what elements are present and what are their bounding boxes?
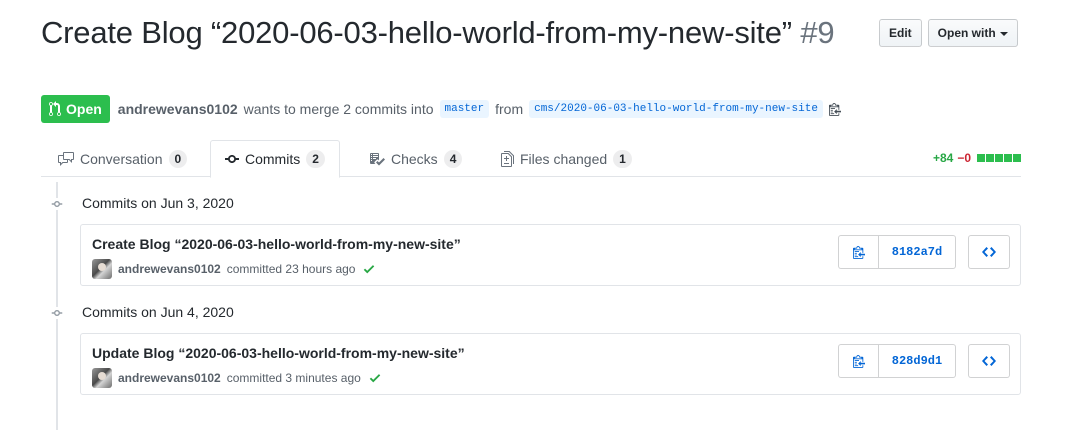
avatar[interactable] [92,368,112,388]
commit-meta: andrewevans0102 committed 3 minutes ago [92,368,381,388]
clipboard-icon [852,246,865,259]
commit-group-label: Commits on Jun 4, 2020 [82,304,234,320]
diff-additions: +84 [932,151,954,165]
git-commit-icon [51,198,63,210]
timeline-line [56,182,58,430]
checklist-icon [370,152,385,165]
comment-discussion-icon [58,151,74,166]
tab-files-changed[interactable]: Files changed 1 [487,140,646,177]
caret-down-icon [999,31,1008,36]
tab-label: Commits [245,151,301,167]
sha-group: 8182a7d [838,235,956,269]
pr-number: #9 [800,15,835,50]
clipboard-icon[interactable] [828,102,841,116]
base-branch[interactable]: master [439,100,490,118]
header-actions: Edit Open with [879,19,1018,47]
tab-checks[interactable]: Checks 4 [355,140,476,177]
pr-author-link[interactable]: andrewevans0102 [118,101,238,117]
copy-sha-button[interactable] [838,235,879,269]
diff-block [1004,154,1012,162]
diff-block [986,154,994,162]
tab-counter: 1 [613,149,632,168]
commit-group-label: Commits on Jun 3, 2020 [82,195,234,211]
status-badge: Open [41,95,110,123]
commit-author-link[interactable]: andrewevans0102 [118,371,221,385]
head-branch[interactable]: cms/2020-06-03-hello-world-from-my-new-s… [529,100,823,118]
tab-label: Conversation [80,150,163,167]
open-with-label: Open with [937,26,996,40]
pr-title-text: Create Blog “2020-06-03-hello-world-from… [41,15,792,50]
open-with-button[interactable]: Open with [927,19,1018,47]
diffstat: +84 −0 [933,151,1021,165]
clipboard-icon [852,355,865,368]
check-icon[interactable] [369,371,381,385]
copy-sha-button[interactable] [838,344,879,378]
diff-block [977,154,985,162]
file-diff-icon [501,150,514,167]
commit-author-link[interactable]: andrewevans0102 [118,262,221,276]
tab-counter: 0 [168,149,188,168]
commit-time: committed 3 minutes ago [226,371,361,385]
browse-repo-button[interactable] [968,235,1010,269]
pr-meta: Open andrewevans0102 wants to merge 2 co… [41,95,841,123]
diff-block [1013,154,1021,162]
status-label: Open [66,101,102,117]
commit-time: committed 23 hours ago [226,262,356,276]
merge-text: wants to merge 2 commits into [243,101,434,117]
commit-title-link[interactable]: Update Blog “2020-06-03-hello-world-from… [92,345,465,361]
diff-blocks [977,154,1021,162]
from-text: from [495,101,524,117]
commit-sha-link[interactable]: 828d9d1 [879,344,956,378]
pr-tabs: Conversation 0 Commits 2 Checks 4 Files … [41,140,1021,178]
code-icon [982,247,996,257]
commit-item: Create Blog “2020-06-03-hello-world-from… [80,224,1021,286]
browse-repo-button[interactable] [968,344,1010,378]
sha-group: 828d9d1 [838,344,956,378]
commit-meta: andrewevans0102 committed 23 hours ago [92,259,375,279]
git-commit-icon [51,307,63,319]
commit-sha-link[interactable]: 8182a7d [879,235,956,269]
commit-title-link[interactable]: Create Blog “2020-06-03-hello-world-from… [92,236,461,252]
git-commit-icon [225,155,239,163]
diff-block [995,154,1003,162]
tab-commits[interactable]: Commits 2 [210,140,340,178]
tab-counter: 2 [306,150,325,168]
commit-item: Update Blog “2020-06-03-hello-world-from… [80,333,1021,395]
edit-button[interactable]: Edit [879,19,922,47]
tab-label: Files changed [520,150,608,167]
pr-header: Create Blog “2020-06-03-hello-world-from… [41,14,861,52]
tab-counter: 4 [443,149,463,168]
code-icon [982,356,996,366]
diff-deletions: −0 [957,151,971,165]
tab-conversation[interactable]: Conversation 0 [44,140,201,177]
avatar[interactable] [92,259,112,279]
page-title: Create Blog “2020-06-03-hello-world-from… [41,14,861,52]
tab-label: Checks [391,150,438,167]
check-icon[interactable] [363,262,375,276]
git-pull-request-icon [49,101,61,117]
